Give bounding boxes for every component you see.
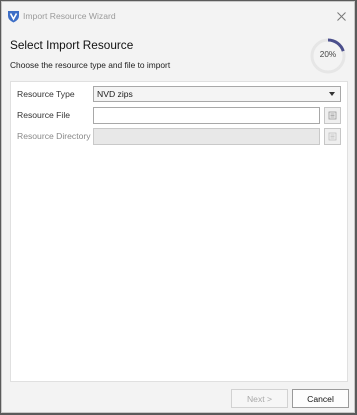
resource-directory-label: Resource Directory bbox=[17, 131, 91, 141]
import-resource-wizard-window: Import Resource Wizard Select Import Res… bbox=[1, 1, 355, 413]
progress-percent-label: 20% bbox=[319, 50, 337, 59]
chevron-down-icon bbox=[329, 92, 335, 96]
cancel-button[interactable]: Cancel bbox=[292, 389, 349, 408]
form-panel: Resource Type NVD zips Resource File Res… bbox=[10, 81, 348, 382]
file-list-icon bbox=[328, 132, 337, 141]
browse-directory-button[interactable] bbox=[324, 128, 341, 145]
page-title: Select Import Resource bbox=[10, 38, 134, 52]
resource-file-label: Resource File bbox=[17, 110, 71, 120]
window-title: Import Resource Wizard bbox=[23, 11, 116, 21]
resource-type-value: NVD zips bbox=[97, 89, 133, 99]
next-button[interactable]: Next > bbox=[231, 389, 288, 408]
resource-type-label: Resource Type bbox=[17, 89, 75, 99]
resource-directory-input[interactable] bbox=[93, 128, 320, 145]
title-bar: Import Resource Wizard bbox=[2, 2, 354, 30]
resource-file-input[interactable] bbox=[93, 107, 320, 124]
file-list-icon bbox=[328, 111, 337, 120]
resource-type-dropdown[interactable]: NVD zips bbox=[93, 86, 341, 102]
browse-file-button[interactable] bbox=[324, 107, 341, 124]
close-icon bbox=[336, 11, 346, 21]
close-button[interactable] bbox=[328, 2, 354, 30]
page-subtitle: Choose the resource type and file to imp… bbox=[10, 60, 171, 70]
shield-logo-icon bbox=[8, 11, 19, 23]
